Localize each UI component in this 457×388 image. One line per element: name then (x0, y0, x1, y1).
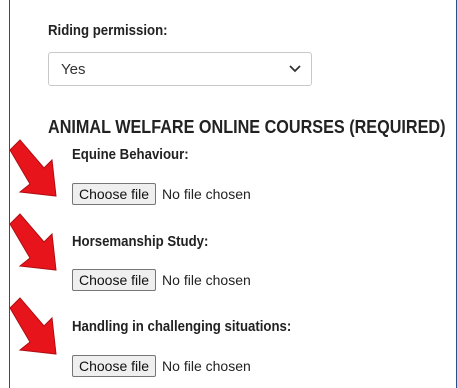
section-heading-animal-welfare: ANIMAL WELFARE ONLINE COURSES (REQUIRED) (48, 117, 446, 137)
choose-file-button[interactable]: Choose file (72, 269, 157, 291)
course-label-equine-behaviour: Equine Behaviour: (72, 146, 189, 163)
red-arrow-icon (9, 139, 57, 197)
file-status: No file chosen (162, 358, 251, 374)
riding-permission-value: Yes (61, 61, 86, 78)
chevron-down-icon (289, 65, 301, 73)
file-input-handling-challenging[interactable]: Choose file No file chosen (72, 354, 251, 378)
choose-file-button[interactable]: Choose file (72, 355, 157, 377)
riding-permission-label: Riding permission: (48, 22, 168, 39)
file-status: No file chosen (162, 186, 251, 202)
file-input-horsemanship-study[interactable]: Choose file No file chosen (72, 268, 251, 292)
red-arrow-icon (9, 297, 57, 355)
choose-file-button[interactable]: Choose file (72, 183, 157, 205)
file-input-equine-behaviour[interactable]: Choose file No file chosen (72, 182, 251, 206)
red-arrow-icon (9, 213, 57, 271)
course-label-handling-challenging: Handling in challenging situations: (72, 318, 292, 335)
course-label-horsemanship-study: Horsemanship Study: (72, 233, 209, 250)
riding-permission-select[interactable]: Yes (48, 52, 312, 86)
file-status: No file chosen (162, 272, 251, 288)
